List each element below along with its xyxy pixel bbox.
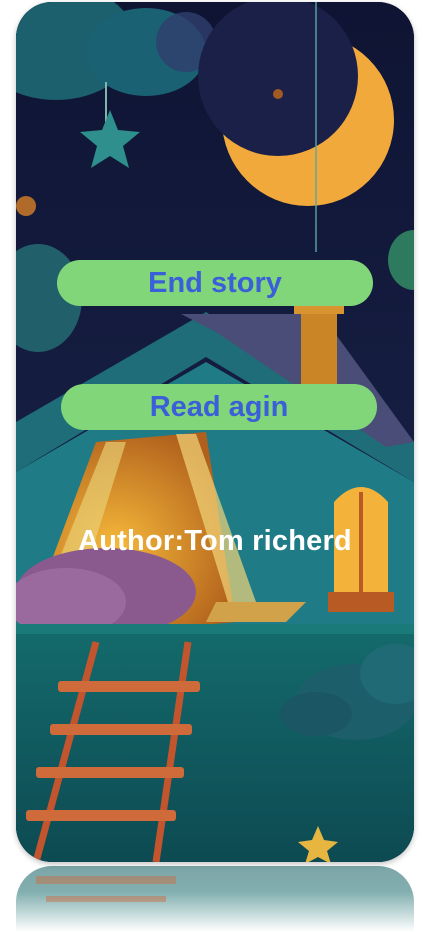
phone-screen: End story Read agin Author:Tom richerd (16, 2, 414, 862)
author-label: Author:Tom richerd (78, 525, 352, 557)
read-again-button[interactable]: Read agin (61, 384, 377, 430)
phone-reflection (16, 866, 414, 932)
end-story-button[interactable]: End story (57, 260, 373, 306)
bedtime-scene-illustration (16, 2, 414, 862)
